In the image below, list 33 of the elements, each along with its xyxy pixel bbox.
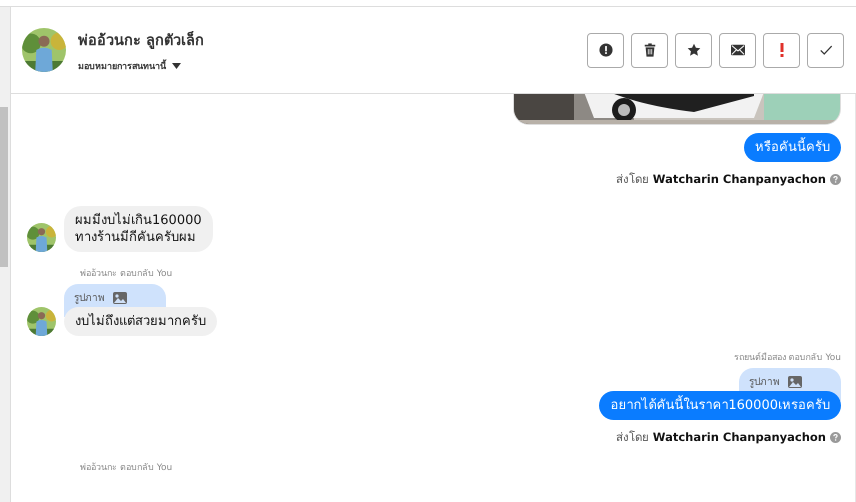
sent-by-label: ส่งโดย (616, 171, 649, 188)
message-bubble: งบไม่ถึงแต่สวยมากครับ (64, 307, 217, 336)
trash-icon (642, 43, 656, 57)
alert-button[interactable] (587, 32, 624, 68)
spam-button[interactable] (763, 32, 800, 68)
message-bubble: หรือคันนี้ครับ (744, 133, 841, 162)
exclamation-icon (780, 43, 784, 57)
check-icon (818, 43, 832, 57)
alert-icon (598, 43, 612, 57)
sender-name: Watcharin Chanpanyachon (652, 172, 826, 186)
reply-note: รถยนต์มือสอง ตอบกลับ You (734, 351, 841, 364)
avatar (22, 28, 66, 72)
sender-name: Watcharin Chanpanyachon (652, 430, 826, 444)
assign-link[interactable]: มอบหมายการสนทนานี้ (78, 58, 166, 72)
contact-name: พ่ออ้วนกะ ลูกตัวเล็ก (78, 30, 206, 50)
trash-button[interactable] (631, 32, 668, 68)
sent-by-label: ส่งโดย (616, 429, 649, 446)
avatar (27, 223, 56, 252)
mail-button[interactable] (719, 32, 756, 68)
message-bubble: อยากได้คันนี้ในราคา160000เหรอครับ (599, 391, 841, 420)
caret-icon[interactable] (172, 62, 181, 68)
help-icon (830, 432, 841, 442)
reply-note: พ่ออ้วนกะ ตอบกลับ You (79, 462, 174, 474)
help-icon (830, 174, 841, 184)
scrollbar-thumb[interactable] (0, 107, 8, 267)
reply-note: พ่ออ้วนกะ ตอบกลับ You (79, 268, 172, 280)
envelope-icon (730, 43, 744, 57)
star-icon (686, 43, 700, 57)
message-bubble: ผมมีงบไม่เกิน160000 ทางร้านมีกีคันครับผม (64, 206, 213, 252)
avatar (27, 307, 56, 336)
image-icon (788, 376, 802, 388)
star-button[interactable] (675, 32, 712, 68)
image-icon (113, 292, 127, 304)
